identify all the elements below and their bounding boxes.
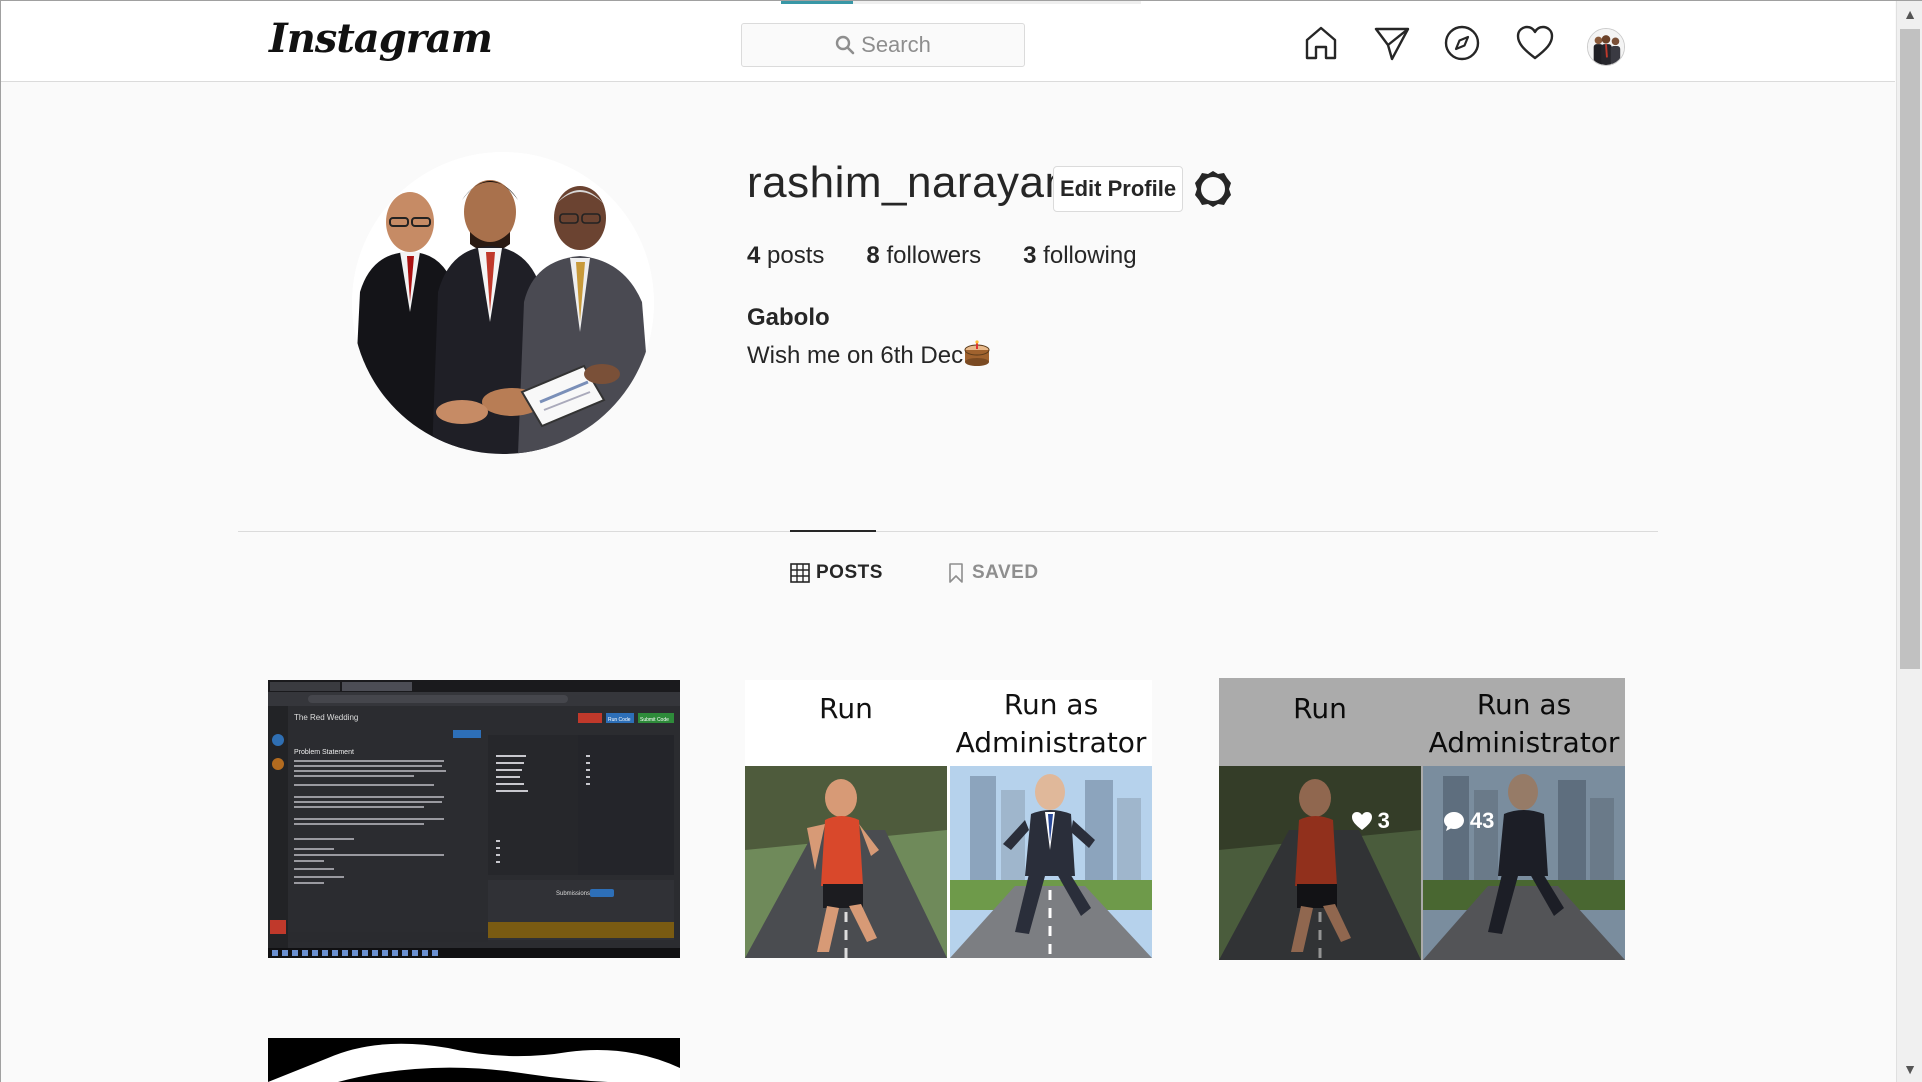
heart-filled-icon [1351, 812, 1372, 830]
submit-code-label: Submit Code [640, 717, 669, 723]
following-stat-label: following [1043, 242, 1137, 269]
comment-filled-icon [1443, 812, 1464, 831]
post-thumbnail-4[interactable] [268, 1038, 680, 1082]
profile-avatar[interactable] [1587, 28, 1625, 66]
posts-stat: 4 posts [747, 242, 824, 270]
scroll-thumb[interactable] [1900, 29, 1920, 669]
tab-posts-label: POSTS [816, 562, 883, 583]
run-label: Run [819, 692, 873, 725]
top-nav: Instagram Search [1, 1, 1895, 82]
profile-bio: Wish me on 6th Dec [747, 340, 991, 370]
posts-stat-label: posts [767, 242, 825, 269]
following-stat[interactable]: 3 following [1023, 242, 1136, 270]
profile-stats: 4 posts 8 followers 3 following [747, 242, 1137, 270]
followers-count: 8 [866, 242, 880, 269]
run-as-admin-label: Run as Administrator [955, 688, 1147, 759]
scroll-up-arrow[interactable]: ▲ [1897, 1, 1922, 27]
problem-statement-heading: Problem Statement [294, 749, 354, 756]
instagram-logo[interactable]: Instagram [269, 15, 493, 62]
scroll-down-arrow[interactable]: ▼ [1897, 1056, 1922, 1082]
search-input[interactable]: Search [741, 23, 1025, 67]
search-placeholder: Search [861, 32, 931, 57]
settings-gear-icon[interactable] [1192, 168, 1234, 210]
tab-saved-label: SAVED [972, 562, 1039, 583]
grid-icon [790, 563, 810, 583]
avatar-photo [1588, 29, 1624, 65]
likes-count: 3 [1377, 808, 1390, 833]
profile-full-name: Gabolo [747, 304, 830, 331]
tab-saved[interactable]: SAVED [946, 562, 1039, 584]
loading-bar [781, 1, 1141, 4]
bookmark-icon [949, 563, 963, 583]
run-code-label: Run Code [608, 717, 631, 723]
profile-picture[interactable] [352, 152, 654, 454]
tab-posts[interactable]: POSTS [790, 562, 883, 584]
page-scrollbar[interactable]: ▲ ▼ [1896, 1, 1922, 1082]
post-thumbnail-3[interactable]: Run Run as Administrator 3 43 [1219, 678, 1625, 960]
heart-icon[interactable] [1515, 23, 1555, 63]
home-icon[interactable] [1301, 23, 1341, 63]
followers-stat[interactable]: 8 followers [866, 242, 981, 270]
edit-profile-button[interactable]: Edit Profile [1053, 166, 1183, 212]
submissions-label: Submissions [556, 891, 590, 897]
post-4-image [268, 1038, 680, 1082]
likes-stat: 3 [1350, 808, 1390, 834]
comments-count: 43 [1469, 808, 1495, 833]
following-count: 3 [1023, 242, 1037, 269]
hover-stats: 3 43 [1219, 808, 1625, 834]
code-title: The Red Wedding [294, 713, 358, 722]
post-thumbnail-1[interactable]: The Red Wedding Run Code Submit Code Pro… [268, 680, 680, 958]
birthday-cake-icon [963, 340, 991, 366]
loading-bar-fill [781, 1, 853, 4]
bio-text: Wish me on 6th Dec [747, 342, 964, 369]
posts-count: 4 [747, 242, 761, 269]
active-tab-indicator [790, 530, 876, 532]
profile-username: rashim_narayan [747, 158, 1070, 207]
search-icon [835, 35, 855, 55]
explore-icon[interactable] [1442, 23, 1482, 63]
post-thumbnail-2[interactable]: Run Run as Administrator [745, 680, 1152, 958]
comments-stat: 43 [1442, 808, 1494, 834]
code-screenshot-image: The Red Wedding Run Code Submit Code Pro… [268, 680, 680, 958]
direct-icon[interactable] [1372, 23, 1412, 63]
tabs-divider [238, 531, 1658, 532]
followers-stat-label: followers [886, 242, 982, 269]
